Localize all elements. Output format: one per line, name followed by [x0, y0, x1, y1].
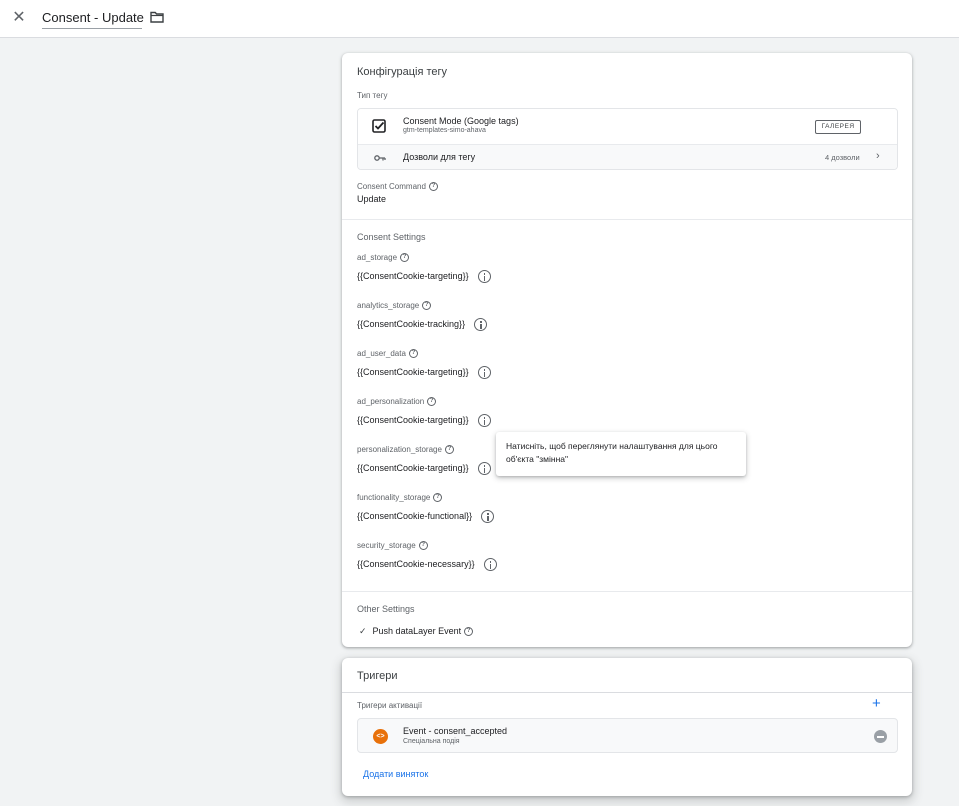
- gallery-button[interactable]: ГАЛЕРЕЯ: [815, 120, 861, 134]
- variable-info-icon[interactable]: [477, 462, 491, 475]
- code-icon: <>: [373, 729, 388, 744]
- tag-type-name: Consent Mode (Google tags): [403, 116, 519, 126]
- permissions-row[interactable]: Дозволи для тегу 4 дозволи ›: [358, 144, 897, 169]
- field-value-row: {{ConsentCookie-functional}}: [357, 510, 495, 523]
- consent-command-label-text: Consent Command: [357, 182, 426, 191]
- help-icon[interactable]: ?: [464, 627, 474, 637]
- divider: [342, 591, 912, 592]
- field-label-functionality-storage: functionality_storage?: [357, 493, 443, 503]
- field-value[interactable]: {{ConsentCookie-targeting}}: [357, 271, 469, 281]
- field-value-row: {{ConsentCookie-tracking}}: [357, 318, 488, 331]
- field-label-ad-personalization: ad_personalization?: [357, 397, 437, 407]
- tag-configuration-card: Конфігурація тегу Тип тегу Consent Mode …: [342, 53, 912, 647]
- variable-tooltip: Натисніть, щоб переглянути налаштування …: [496, 432, 746, 476]
- trigger-type: Спеціальна подія: [403, 738, 460, 745]
- field-label-analytics-storage: analytics_storage?: [357, 301, 432, 311]
- push-datalayer-option[interactable]: ✓ Push dataLayer Event?: [359, 626, 474, 637]
- field-value-row: {{ConsentCookie-targeting}}: [357, 270, 491, 283]
- field-label-ad-user-data: ad_user_data?: [357, 349, 418, 359]
- triggers-title: Тригери: [357, 670, 398, 682]
- variable-info-icon[interactable]: [483, 558, 497, 571]
- field-label-text: analytics_storage: [357, 301, 420, 310]
- help-icon[interactable]: ?: [427, 397, 437, 407]
- checkbox-checked-icon: [372, 119, 386, 133]
- tag-type-row[interactable]: Consent Mode (Google tags) gtm-templates…: [358, 109, 897, 144]
- tag-type-subtitle: gtm-templates-simo-ahava: [403, 127, 486, 134]
- help-icon[interactable]: ?: [422, 301, 432, 311]
- help-icon[interactable]: ?: [418, 541, 428, 551]
- folder-icon[interactable]: [150, 11, 164, 23]
- field-label-ad-storage: ad_storage?: [357, 253, 410, 263]
- divider: [342, 692, 912, 693]
- field-label-text: personalization_storage: [357, 445, 442, 454]
- field-value[interactable]: {{ConsentCookie-targeting}}: [357, 367, 469, 377]
- tag-type-label: Тип тегу: [357, 91, 388, 100]
- permissions-count: 4 дозволи: [825, 153, 860, 162]
- tag-type-box: Consent Mode (Google tags) gtm-templates…: [357, 108, 898, 170]
- add-exception-link[interactable]: Додати виняток: [363, 769, 428, 779]
- field-value[interactable]: {{ConsentCookie-targeting}}: [357, 463, 469, 473]
- field-label-text: ad_storage: [357, 253, 398, 262]
- key-icon: [374, 155, 386, 161]
- trigger-item[interactable]: <> Event - consent_accepted Спеціальна п…: [357, 718, 898, 753]
- consent-command-label: Consent Command?: [357, 182, 438, 192]
- field-value[interactable]: {{ConsentCookie-functional}}: [357, 511, 472, 521]
- variable-info-icon[interactable]: [477, 270, 491, 283]
- chevron-right-icon: ›: [876, 150, 880, 162]
- field-value-row: {{ConsentCookie-targeting}}: [357, 462, 491, 475]
- field-value[interactable]: {{ConsentCookie-necessary}}: [357, 559, 475, 569]
- variable-info-icon[interactable]: [481, 510, 495, 523]
- help-icon[interactable]: ?: [428, 182, 438, 192]
- card-title: Конфігурація тегу: [357, 66, 448, 78]
- firing-triggers-label: Тригери активації: [357, 701, 423, 710]
- field-label-text: functionality_storage: [357, 493, 431, 502]
- field-value-row: {{ConsentCookie-targeting}}: [357, 366, 491, 379]
- help-icon[interactable]: ?: [400, 253, 410, 263]
- field-value-row: {{ConsentCookie-targeting}}: [357, 414, 491, 427]
- variable-info-icon[interactable]: [477, 414, 491, 427]
- tag-name-input[interactable]: Consent - Update: [42, 10, 144, 29]
- check-icon: ✓: [359, 626, 367, 636]
- push-datalayer-label: Push dataLayer Event: [372, 626, 462, 636]
- other-settings-title: Other Settings: [357, 604, 415, 614]
- field-value[interactable]: {{ConsentCookie-tracking}}: [357, 319, 465, 329]
- divider: [342, 219, 912, 220]
- field-value-row: {{ConsentCookie-necessary}}: [357, 558, 497, 571]
- close-icon[interactable]: ✕: [9, 8, 29, 28]
- permissions-label: Дозволи для тегу: [403, 152, 476, 162]
- field-label-text: ad_user_data: [357, 349, 406, 358]
- variable-info-icon[interactable]: [474, 318, 488, 331]
- trigger-name: Event - consent_accepted: [403, 726, 508, 736]
- remove-trigger-icon[interactable]: [874, 730, 887, 743]
- field-label-text: security_storage: [357, 541, 416, 550]
- field-label-text: ad_personalization: [357, 397, 425, 406]
- triggers-card: Тригери Тригери активації + <> Event - c…: [342, 658, 912, 796]
- help-icon[interactable]: ?: [444, 445, 454, 455]
- add-trigger-button[interactable]: +: [872, 696, 881, 711]
- help-icon[interactable]: ?: [408, 349, 418, 359]
- help-icon[interactable]: ?: [433, 493, 443, 503]
- variable-info-icon[interactable]: [477, 366, 491, 379]
- field-label-security-storage: security_storage?: [357, 541, 428, 551]
- consent-settings-title: Consent Settings: [357, 232, 426, 242]
- top-bar: ✕ Consent - Update: [0, 0, 959, 38]
- field-label-personalization-storage: personalization_storage?: [357, 445, 454, 455]
- field-value[interactable]: {{ConsentCookie-targeting}}: [357, 415, 469, 425]
- consent-command-value: Update: [357, 194, 387, 204]
